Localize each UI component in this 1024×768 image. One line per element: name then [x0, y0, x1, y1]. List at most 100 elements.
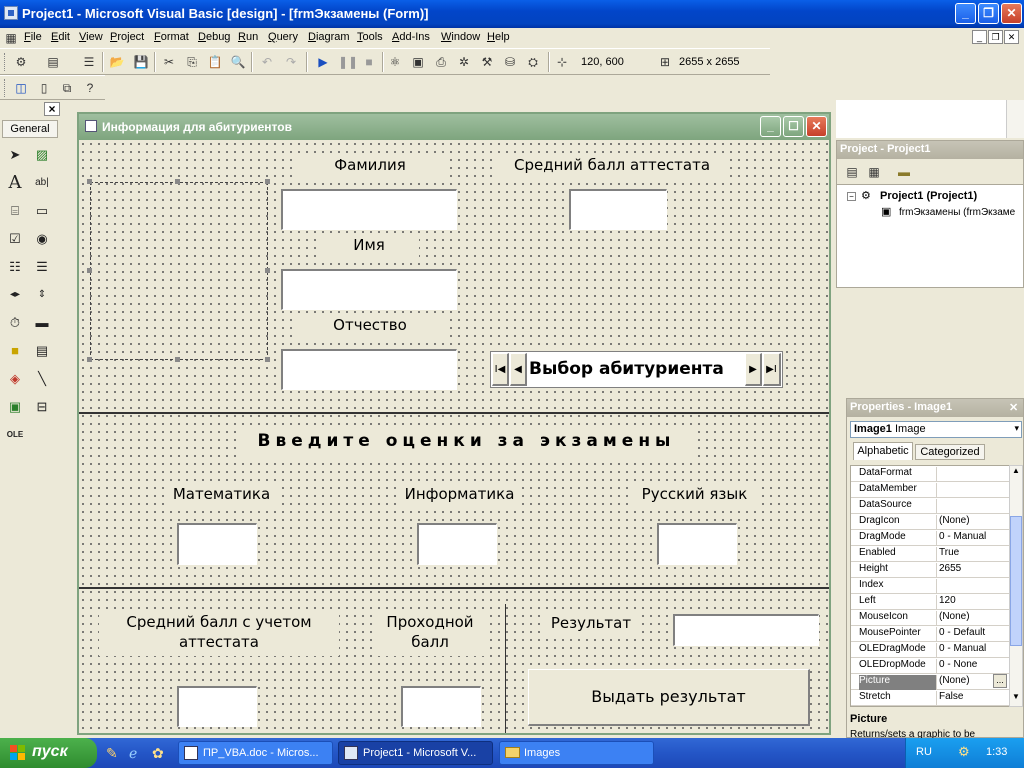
redo-icon[interactable]: ↷ — [282, 53, 300, 71]
paste-icon[interactable]: 📋 — [206, 53, 224, 71]
send-to-back-icon[interactable]: ▯ — [35, 79, 53, 97]
mdi-minimize-button[interactable]: _ — [972, 30, 987, 44]
informatics-textbox[interactable] — [417, 523, 497, 565]
property-row[interactable]: MouseIcon (None) — [851, 610, 1009, 626]
quicklaunch-pencil-icon[interactable]: ✎ — [106, 745, 118, 762]
taskbar-item-vb[interactable]: Project1 - Microsoft V... — [338, 741, 493, 765]
avg-with-cert-textbox[interactable] — [177, 686, 257, 727]
minimize-button[interactable]: _ — [955, 3, 976, 24]
cut-icon[interactable]: ✂ — [160, 53, 178, 71]
mdi-vertical-scrollbar[interactable] — [1006, 100, 1024, 138]
object-selector[interactable]: Image1 Image ▾ — [850, 421, 1022, 438]
menu-query[interactable]: Query — [268, 31, 298, 43]
quicklaunch-msn-icon[interactable]: ✿ — [152, 745, 164, 762]
hscrollbar-tool-icon[interactable]: ◂▸ — [4, 284, 26, 306]
menu-edit[interactable]: Edit — [51, 31, 70, 43]
properties-close-icon[interactable]: ✕ — [1009, 401, 1018, 414]
scroll-up-icon[interactable]: ▲ — [1010, 466, 1022, 480]
add-project-icon[interactable]: ⚙ — [12, 53, 30, 71]
resize-handle[interactable] — [175, 179, 180, 184]
restore-button[interactable]: ❐ — [978, 3, 999, 24]
commandbutton-tool-icon[interactable]: ▭ — [31, 200, 53, 222]
form-node[interactable]: frmЭкзамены (frmЭкзаме — [899, 207, 1015, 218]
menu-addins[interactable]: Add-Ins — [392, 31, 430, 43]
get-result-button[interactable]: Выдать результат — [528, 669, 810, 726]
form-close-button[interactable]: ✕ — [806, 116, 827, 137]
label-tool-icon[interactable]: A — [4, 172, 26, 194]
drivelistbox-tool-icon[interactable]: ▬ — [31, 312, 53, 334]
mdi-restore-button[interactable]: ❐ — [988, 30, 1003, 44]
nav-prev-button[interactable]: ◀ — [510, 353, 527, 386]
toggle-folders-icon[interactable]: ▬ — [895, 163, 913, 181]
form-minimize-button[interactable]: _ — [760, 116, 781, 137]
property-grid-scrollbar[interactable]: ▲ ▼ — [1009, 465, 1023, 707]
optionbutton-tool-icon[interactable]: ◉ — [31, 228, 53, 250]
result-textbox[interactable] — [673, 614, 819, 646]
nav-last-button[interactable]: ▶I — [763, 353, 781, 386]
property-row[interactable]: DataSource — [851, 498, 1009, 514]
property-row[interactable]: DragMode 0 - Manual — [851, 530, 1009, 546]
menu-format[interactable]: Format — [154, 31, 189, 43]
resize-handle[interactable] — [265, 179, 270, 184]
property-row[interactable]: Stretch False — [851, 690, 1009, 706]
find-icon[interactable]: 🔍 — [229, 53, 247, 71]
resize-handle[interactable] — [87, 268, 92, 273]
patronymic-textbox[interactable] — [281, 349, 457, 390]
form-icon[interactable]: ▦ — [2, 29, 20, 47]
resize-handle[interactable] — [265, 268, 270, 273]
property-row[interactable]: DataFormat — [851, 466, 1009, 482]
help-icon[interactable]: ? — [81, 79, 99, 97]
vb-app-icon[interactable] — [4, 6, 18, 20]
ellipsis-button[interactable]: ... — [993, 674, 1007, 688]
resize-handle[interactable] — [87, 179, 92, 184]
picturebox-tool-icon[interactable]: ▨ — [31, 144, 53, 166]
toolbox-icon[interactable]: ⚒ — [478, 53, 496, 71]
scroll-thumb[interactable] — [1010, 516, 1022, 646]
start-button[interactable]: пуск — [0, 738, 97, 768]
undo-icon[interactable]: ↶ — [258, 53, 276, 71]
property-row[interactable]: MousePointer 0 - Default — [851, 626, 1009, 642]
open-icon[interactable]: 📂 — [108, 53, 126, 71]
resize-handle[interactable] — [175, 357, 180, 362]
tree-collapse-icon[interactable]: − — [847, 192, 856, 201]
taskbar-item-images[interactable]: Images — [499, 741, 654, 765]
tray-network-icon[interactable]: ⚙ — [958, 744, 970, 760]
property-row[interactable]: Height 2655 — [851, 562, 1009, 578]
menu-diagram[interactable]: Diagram — [308, 31, 350, 43]
resize-handle[interactable] — [265, 357, 270, 362]
combobox-tool-icon[interactable]: ☷ — [4, 256, 26, 278]
form-layout-icon[interactable]: ⎙ — [432, 53, 450, 71]
pointer-tool-icon[interactable]: ➤ — [4, 144, 26, 166]
nav-first-button[interactable]: I◀ — [492, 353, 509, 386]
surname-textbox[interactable] — [281, 189, 457, 230]
menu-window[interactable]: Window — [441, 31, 480, 43]
menu-tools[interactable]: Tools — [357, 31, 383, 43]
filelistbox-tool-icon[interactable]: ▤ — [31, 340, 53, 362]
property-row[interactable]: DragIcon (None) — [851, 514, 1009, 530]
object-browser-icon[interactable]: ✲ — [455, 53, 473, 71]
scroll-down-icon[interactable]: ▼ — [1010, 692, 1022, 706]
toolbox-close-button[interactable]: × — [44, 102, 60, 116]
image1-control[interactable] — [90, 182, 268, 360]
menu-project[interactable]: Project — [110, 31, 144, 43]
checkbox-tool-icon[interactable]: ☑ — [4, 228, 26, 250]
tab-categorized[interactable]: Categorized — [915, 444, 985, 460]
avg-certificate-textbox[interactable] — [569, 189, 667, 230]
applicant-navigator[interactable]: I◀ ◀ Выбор абитуриента ▶ ▶I — [490, 351, 783, 388]
listbox-tool-icon[interactable]: ☰ — [31, 256, 53, 278]
property-row[interactable]: Left 120 — [851, 594, 1009, 610]
chevron-down-icon[interactable]: ▾ — [1014, 423, 1019, 434]
menu-debug[interactable]: Debug — [198, 31, 230, 43]
pass-score-textbox[interactable] — [401, 686, 481, 727]
properties-window-icon[interactable]: ▣ — [409, 53, 427, 71]
line-tool-icon[interactable]: ╲ — [31, 368, 53, 390]
language-indicator[interactable]: RU — [916, 746, 932, 758]
project-pane-title[interactable]: Project - Project1 — [837, 141, 1023, 159]
project-explorer-icon[interactable]: ⚛ — [386, 53, 404, 71]
end-icon[interactable]: ■ — [360, 53, 378, 71]
project-root-node[interactable]: Project1 (Project1) — [880, 190, 977, 202]
vscrollbar-tool-icon[interactable]: ⇕ — [31, 284, 53, 306]
toolbox-tab-general[interactable]: General — [2, 120, 58, 138]
data-tool-icon[interactable]: ⊟ — [31, 396, 53, 418]
menu-file[interactable]: File — [24, 31, 42, 43]
